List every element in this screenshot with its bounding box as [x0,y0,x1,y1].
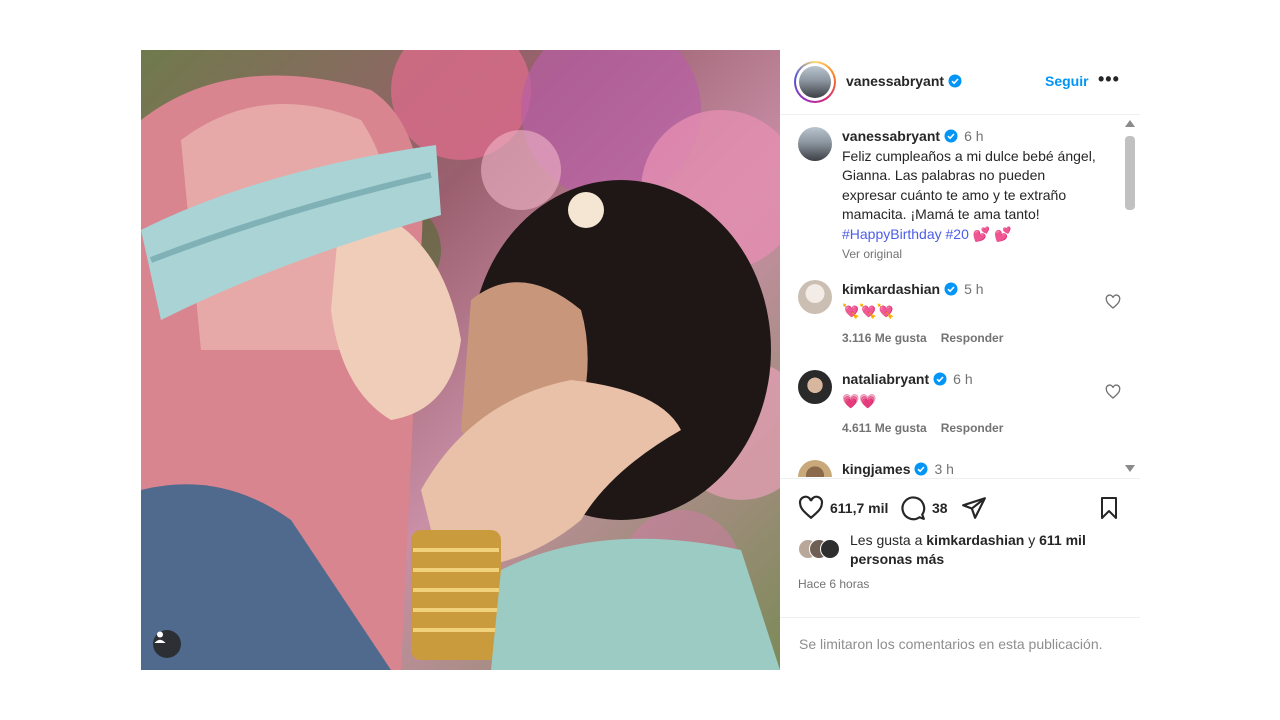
post-header: vanessabryant Seguir ••• [780,50,1140,115]
posted-ago: Hace 6 horas [798,577,870,591]
comment-avatar[interactable] [798,280,832,314]
comment-text: 💗💗 [842,392,877,409]
see-original-link[interactable]: Ver original [842,245,1100,265]
author-avatar[interactable] [794,61,836,103]
caption-username[interactable]: vanessabryant [842,128,940,144]
user-tag-icon[interactable] [153,630,181,658]
heart-icon[interactable] [1105,384,1121,400]
verified-badge-icon [933,372,947,386]
comment-time: 5 h [964,281,984,297]
liked-by-user[interactable]: kimkardashian [926,532,1024,548]
comment-avatar[interactable] [798,460,832,477]
liked-by-middle: y [1024,532,1040,548]
author-username[interactable]: vanessabryant [846,73,962,89]
comment-username[interactable]: nataliabryant [842,371,929,387]
scroll-down-icon[interactable] [1125,465,1135,472]
comment-likes[interactable]: 3.116 Me gusta [842,331,927,345]
comments-list[interactable]: vanessabryant 6 h Feliz cumpleaños a mi d… [780,115,1140,477]
caption-hashtags[interactable]: #HappyBirthday #20 [842,226,969,242]
more-icon[interactable]: ••• [1098,69,1120,90]
scrollbar-thumb[interactable] [1125,136,1135,210]
reply-button[interactable]: Responder [941,421,1004,435]
scroll-up-icon[interactable] [1125,120,1135,127]
comment-avatar[interactable] [798,370,832,404]
comments-limited-notice: Se limitaron los comentarios en esta pub… [780,617,1140,652]
heart-icon[interactable] [798,495,824,521]
share-icon[interactable] [961,495,987,521]
comment-username[interactable]: kimkardashian [842,281,940,297]
bookmark-icon[interactable] [1097,495,1121,521]
comment-username[interactable]: kingjames [842,461,910,477]
liked-by-avatars[interactable] [798,539,848,559]
caption-time: 6 h [964,128,984,144]
comment-time: 3 h [934,461,954,477]
caption-text: Feliz cumpleaños a mi dulce bebé ángel, … [842,147,1096,223]
comments-count[interactable]: 38 [932,500,948,516]
comments-scrollbar[interactable] [1124,118,1136,474]
photo-illustration [141,50,780,670]
verified-badge-icon [948,74,962,88]
verified-badge-icon [944,129,958,143]
caption-avatar[interactable] [798,127,832,161]
reply-button[interactable]: Responder [941,331,1004,345]
verified-badge-icon [944,282,958,296]
post-photo[interactable] [141,50,780,670]
caption-emoji: 💕 💕 [972,225,1012,242]
heart-icon[interactable] [1105,294,1121,310]
liked-by-prefix: Les gusta a [850,532,927,548]
likes-count[interactable]: 611,7 mil [830,500,888,516]
post-side-panel: vanessabryant Seguir ••• vanessabryant 6 … [780,50,1140,670]
comment-time: 6 h [953,371,973,387]
comment-icon[interactable] [900,495,926,521]
follow-button[interactable]: Seguir [1045,73,1089,89]
comment-text: 💘💘💘 [842,302,895,319]
verified-badge-icon [914,462,928,476]
comment-likes[interactable]: 4.611 Me gusta [842,421,927,435]
